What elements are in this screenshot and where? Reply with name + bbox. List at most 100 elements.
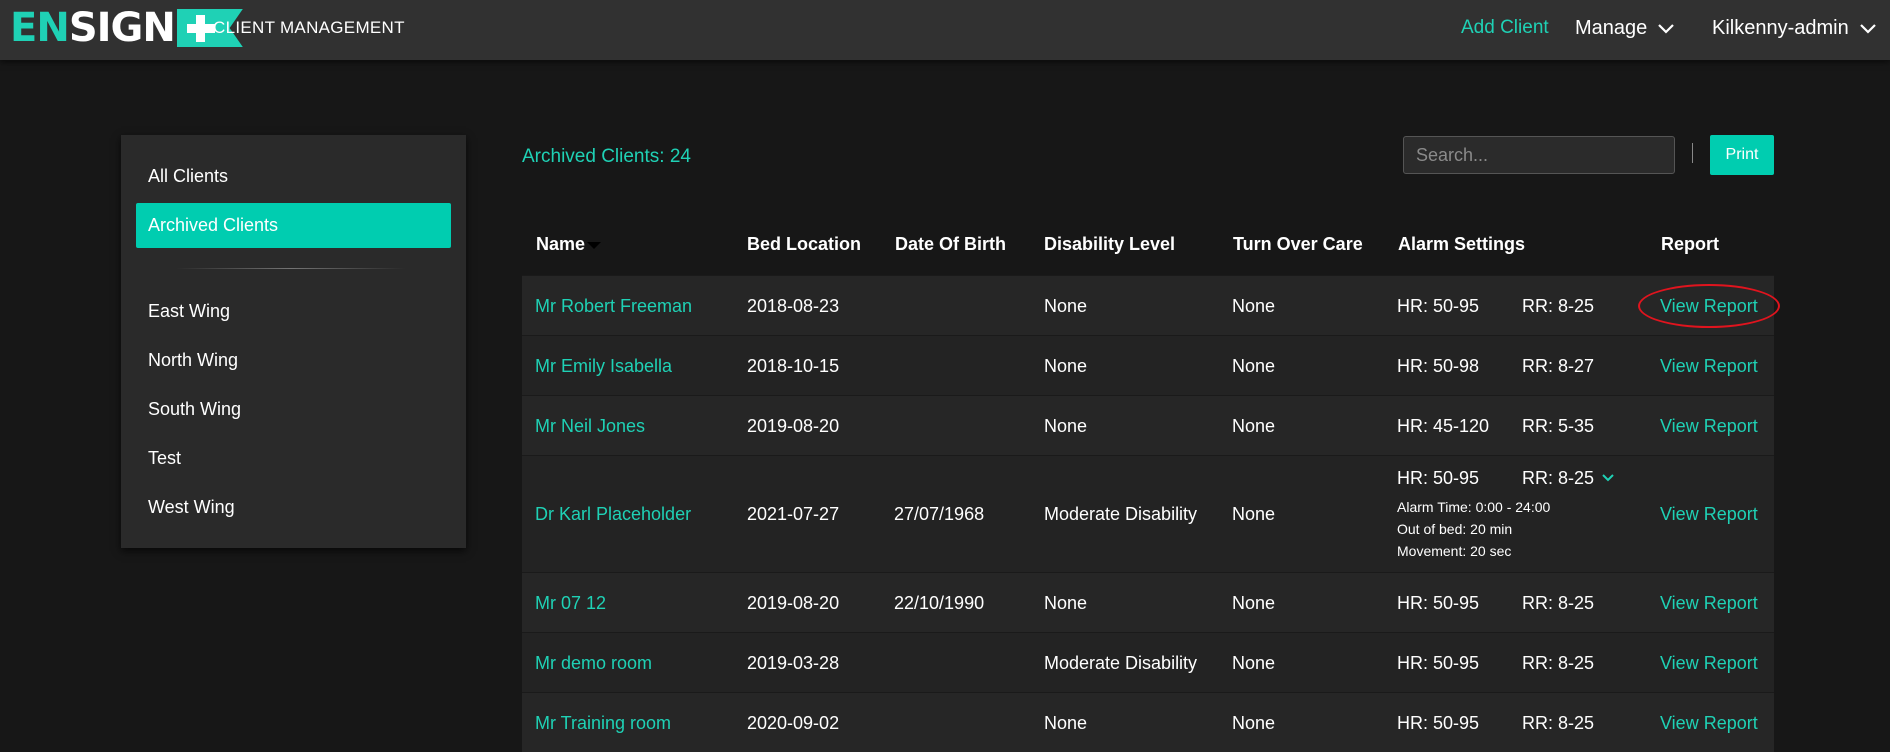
column-header-disability-level: Disability Level bbox=[1044, 234, 1176, 254]
app-title: CLIENT MANAGEMENT bbox=[213, 18, 405, 37]
alarm-rr: RR: 8-25 bbox=[1522, 593, 1595, 613]
table-row: Mr Robert Freeman 2018-08-23 None None H… bbox=[522, 275, 1780, 335]
date-of-birth: 27/07/1968 bbox=[894, 504, 985, 524]
client-name-link[interactable]: Mr Robert Freeman bbox=[535, 296, 692, 317]
bed-location: 2019-03-28 bbox=[747, 653, 840, 673]
movement-setting: Movement: 20 sec bbox=[1397, 543, 1512, 559]
logo-wordmark: EN SIGN bbox=[10, 5, 176, 51]
sidebar-divider bbox=[176, 268, 406, 269]
turn-over-care: None bbox=[1232, 713, 1276, 733]
bed-location: 2019-08-20 bbox=[747, 416, 840, 436]
client-name-link[interactable]: Mr Training room bbox=[535, 713, 671, 734]
table-row: Mr 07 12 2019-08-20 22/10/1990 None None… bbox=[522, 572, 1774, 632]
alarm-hr: HR: 50-95 bbox=[1397, 653, 1480, 673]
column-header-label: Name bbox=[536, 234, 586, 254]
table-row: Dr Karl Placeholder 2021-07-27 27/07/196… bbox=[522, 455, 1774, 572]
out-of-bed-setting: Out of bed: 20 min bbox=[1397, 521, 1513, 537]
table-row: Mr Training room 2020-09-02 None None HR… bbox=[522, 692, 1774, 752]
chevron-down-icon[interactable] bbox=[1601, 473, 1615, 483]
view-report-link[interactable]: View Report bbox=[1660, 653, 1758, 674]
chevron-down-icon bbox=[1658, 23, 1675, 34]
clients-table: Name Bed Location Date Of Birth Disabili… bbox=[522, 218, 1780, 752]
sidebar: All Clients Archived Clients East Wing N… bbox=[121, 135, 466, 548]
sidebar-item-west-wing[interactable]: West Wing bbox=[148, 497, 235, 518]
bed-location: 2021-07-27 bbox=[747, 504, 840, 524]
user-menu[interactable]: Kilkenny-admin bbox=[1712, 17, 1877, 40]
alarm-hr: HR: 50-95 bbox=[1397, 468, 1480, 488]
alarm-rr: RR: 8-25 bbox=[1522, 653, 1595, 673]
bed-location: 2020-09-02 bbox=[747, 713, 840, 733]
alarm-rr: RR: 8-25 bbox=[1522, 713, 1595, 733]
turn-over-care: None bbox=[1232, 593, 1276, 613]
turn-over-care: None bbox=[1232, 653, 1276, 673]
manage-label: Manage bbox=[1575, 17, 1648, 39]
sidebar-item-south-wing[interactable]: South Wing bbox=[148, 399, 241, 420]
turn-over-care: None bbox=[1232, 356, 1276, 376]
search-input[interactable] bbox=[1403, 136, 1675, 174]
logo-sign: SIGN bbox=[68, 5, 176, 51]
alarm-hr: HR: 50-98 bbox=[1397, 356, 1480, 376]
sort-desc-icon bbox=[587, 241, 602, 249]
alarm-time: Alarm Time: 0:00 - 24:00 bbox=[1397, 499, 1551, 515]
client-name-link[interactable]: Mr Neil Jones bbox=[535, 416, 645, 437]
chevron-down-icon bbox=[1859, 23, 1876, 34]
table-row: Mr Emily Isabella 2018-10-15 None None H… bbox=[522, 335, 1774, 395]
disability-level: Moderate Disability bbox=[1044, 653, 1198, 673]
column-header-bed-location: Bed Location bbox=[747, 234, 862, 254]
bed-location: 2018-08-23 bbox=[747, 296, 840, 316]
client-name-link[interactable]: Mr demo room bbox=[535, 653, 652, 674]
sidebar-item-label: Archived Clients bbox=[148, 215, 279, 235]
date-of-birth: 22/10/1990 bbox=[894, 593, 985, 613]
disability-level: Moderate Disability bbox=[1044, 504, 1198, 524]
view-report-link[interactable]: View Report bbox=[1660, 593, 1758, 614]
alarm-rr: RR: 8-27 bbox=[1522, 356, 1595, 376]
view-report-link[interactable]: View Report bbox=[1660, 416, 1758, 437]
sidebar-item-test[interactable]: Test bbox=[148, 448, 181, 469]
disability-level: None bbox=[1044, 296, 1088, 316]
table-row: Mr Neil Jones 2019-08-20 None None HR: 4… bbox=[522, 395, 1774, 455]
view-report-link[interactable]: View Report bbox=[1660, 504, 1758, 525]
logo-en: EN bbox=[10, 5, 70, 51]
column-header-report: Report bbox=[1661, 234, 1719, 254]
view-report-link[interactable]: View Report bbox=[1660, 713, 1758, 734]
column-header-alarm-settings: Alarm Settings bbox=[1398, 234, 1526, 254]
divider bbox=[1692, 143, 1693, 163]
turn-over-care: None bbox=[1232, 416, 1276, 436]
sidebar-item-archived-clients[interactable]: Archived Clients bbox=[136, 203, 451, 248]
table-header: Name Bed Location Date Of Birth Disabili… bbox=[522, 218, 1774, 275]
bed-location: 2018-10-15 bbox=[747, 356, 840, 376]
alarm-hr: HR: 45-120 bbox=[1397, 416, 1490, 436]
alarm-rr: RR: 8-25 bbox=[1522, 468, 1595, 488]
column-header-date-of-birth: Date Of Birth bbox=[895, 234, 1007, 254]
manage-menu[interactable]: Manage bbox=[1575, 17, 1675, 40]
sidebar-item-all-clients[interactable]: All Clients bbox=[148, 166, 228, 187]
view-report-link[interactable]: View Report bbox=[1638, 284, 1780, 328]
view-report-label: View Report bbox=[1660, 296, 1758, 316]
alarm-rr: RR: 5-35 bbox=[1522, 416, 1595, 436]
table-row: Mr demo room 2019-03-28 Moderate Disabil… bbox=[522, 632, 1774, 692]
alarm-hr: HR: 50-95 bbox=[1397, 593, 1480, 613]
archived-clients-count: Archived Clients: 24 bbox=[522, 146, 691, 167]
disability-level: None bbox=[1044, 713, 1088, 733]
client-name-link[interactable]: Mr 07 12 bbox=[535, 593, 606, 614]
column-header-name[interactable]: Name bbox=[536, 234, 602, 255]
client-name-link[interactable]: Mr Emily Isabella bbox=[535, 356, 672, 377]
turn-over-care: None bbox=[1232, 296, 1276, 316]
view-report-link[interactable]: View Report bbox=[1660, 356, 1758, 377]
ensign-logo[interactable]: EN SIGN bbox=[10, 5, 243, 51]
disability-level: None bbox=[1044, 593, 1088, 613]
sidebar-item-east-wing[interactable]: East Wing bbox=[148, 301, 230, 322]
alarm-hr: HR: 50-95 bbox=[1397, 713, 1480, 733]
add-client-link[interactable]: Add Client bbox=[1461, 17, 1549, 39]
disability-level: None bbox=[1044, 416, 1088, 436]
print-button[interactable]: Print bbox=[1710, 135, 1774, 175]
top-navbar: EN SIGN CLIENT MANAGEMENT Add Client Mana… bbox=[0, 0, 1890, 60]
sidebar-item-north-wing[interactable]: North Wing bbox=[148, 350, 238, 371]
client-name-link[interactable]: Dr Karl Placeholder bbox=[535, 504, 691, 525]
bed-location: 2019-08-20 bbox=[747, 593, 840, 613]
alarm-rr: RR: 8-25 bbox=[1522, 296, 1595, 316]
alarm-hr: HR: 50-95 bbox=[1397, 296, 1480, 316]
column-header-turn-over-care: Turn Over Care bbox=[1233, 234, 1363, 254]
disability-level: None bbox=[1044, 356, 1088, 376]
turn-over-care: None bbox=[1232, 504, 1276, 524]
